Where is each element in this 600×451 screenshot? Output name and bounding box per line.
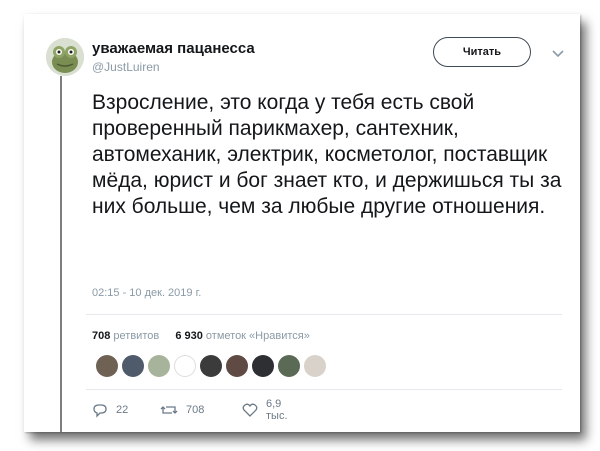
follow-button[interactable]: Читать bbox=[433, 37, 531, 67]
retweet-icon bbox=[160, 402, 178, 418]
liker-avatar[interactable] bbox=[278, 355, 300, 377]
liker-avatar[interactable] bbox=[122, 355, 144, 377]
thread-line bbox=[60, 76, 62, 432]
display-name[interactable]: уважаемая пацанесса bbox=[92, 40, 255, 57]
avatar[interactable] bbox=[46, 38, 84, 76]
retweets-label[interactable]: ретвитов bbox=[113, 330, 159, 342]
reply-button[interactable]: 22 bbox=[92, 400, 128, 420]
liker-avatar[interactable] bbox=[226, 355, 248, 377]
liker-avatar[interactable] bbox=[304, 355, 326, 377]
like-count: 6,9 тыс. bbox=[266, 398, 288, 422]
user-handle[interactable]: @JustLuiren bbox=[92, 60, 160, 74]
liker-avatar[interactable] bbox=[200, 355, 222, 377]
reply-count: 22 bbox=[116, 404, 129, 416]
timestamp[interactable]: 02:15 - 10 дек. 2019 г. bbox=[92, 287, 201, 299]
divider bbox=[86, 314, 562, 315]
retweet-button[interactable]: 708 bbox=[160, 400, 204, 420]
retweets-count[interactable]: 708 bbox=[92, 330, 110, 342]
screenshot-frame: уважаемая пацанесса @JustLuiren Читать В… bbox=[0, 0, 600, 451]
reply-icon bbox=[92, 402, 108, 418]
tweet-text: Взросление, это когда у тебя есть свой п… bbox=[92, 91, 562, 218]
divider bbox=[86, 389, 562, 390]
liker-avatar[interactable] bbox=[174, 355, 196, 377]
liker-avatar[interactable] bbox=[96, 355, 118, 377]
chevron-down-icon[interactable] bbox=[550, 45, 566, 61]
likes-count[interactable]: 6 930 bbox=[175, 330, 203, 342]
engagement-stats: 708 ретвитов 6 930 отметок «Нравится» bbox=[92, 330, 310, 342]
like-button[interactable]: 6,9 тыс. bbox=[242, 398, 288, 422]
liker-avatar[interactable] bbox=[148, 355, 170, 377]
likes-label[interactable]: отметок «Нравится» bbox=[206, 330, 310, 342]
like-icon bbox=[242, 402, 258, 418]
retweet-count: 708 bbox=[186, 404, 205, 416]
liker-avatar[interactable] bbox=[252, 355, 274, 377]
